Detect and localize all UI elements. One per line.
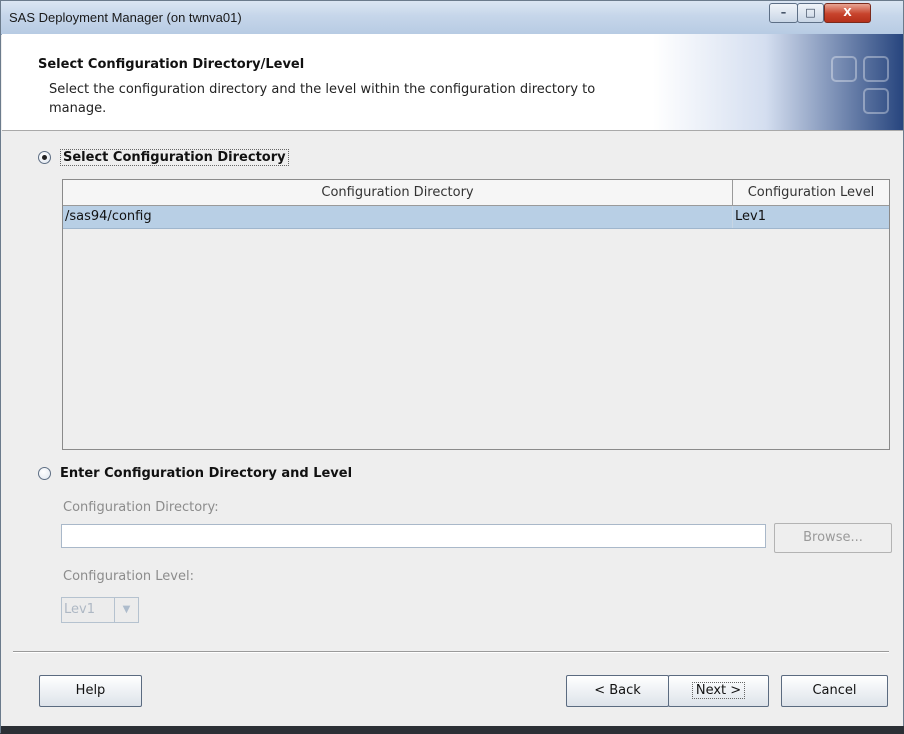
cell-level: Lev1 bbox=[735, 209, 766, 224]
select-directory-radio[interactable] bbox=[38, 151, 51, 164]
decor-square bbox=[863, 88, 889, 114]
configuration-level-select[interactable]: Lev1 ▼ bbox=[61, 597, 141, 623]
table-header: Configuration Directory Configuration Le… bbox=[63, 180, 889, 206]
column-header-directory[interactable]: Configuration Directory bbox=[63, 180, 733, 205]
select-directory-option[interactable]: Select Configuration Directory bbox=[38, 149, 289, 166]
configuration-directory-input[interactable] bbox=[61, 524, 766, 548]
enter-directory-radio[interactable] bbox=[38, 467, 51, 480]
column-header-level[interactable]: Configuration Level bbox=[733, 180, 889, 205]
enter-directory-option[interactable]: Enter Configuration Directory and Level bbox=[38, 466, 352, 481]
cancel-button[interactable]: Cancel bbox=[781, 675, 888, 707]
decor-square bbox=[831, 56, 857, 82]
browse-button[interactable]: Browse... bbox=[774, 523, 892, 553]
next-button[interactable]: Next > bbox=[668, 675, 769, 707]
maximize-button[interactable]: □ bbox=[797, 3, 824, 23]
close-button[interactable]: X bbox=[824, 3, 871, 23]
minimize-button[interactable]: – bbox=[769, 3, 798, 23]
title-bar[interactable]: SAS Deployment Manager (on twnva01) – □ … bbox=[1, 1, 903, 35]
chevron-down-icon[interactable]: ▼ bbox=[115, 597, 139, 623]
cell-directory: /sas94/config bbox=[63, 206, 733, 228]
configuration-directory-label: Configuration Directory: bbox=[63, 500, 219, 515]
footer-divider bbox=[13, 651, 889, 653]
page-description: Select the configuration directory and t… bbox=[49, 82, 596, 116]
window-title: SAS Deployment Manager (on twnva01) bbox=[9, 10, 242, 25]
configuration-level-label: Configuration Level: bbox=[63, 569, 194, 584]
select-directory-label[interactable]: Select Configuration Directory bbox=[60, 149, 289, 166]
enter-directory-label[interactable]: Enter Configuration Directory and Level bbox=[60, 466, 352, 481]
decor-square bbox=[863, 56, 889, 82]
configuration-table[interactable]: Configuration Directory Configuration Le… bbox=[62, 179, 890, 450]
sas-deployment-manager-window: SAS Deployment Manager (on twnva01) – □ … bbox=[0, 0, 904, 734]
level-select-value[interactable]: Lev1 bbox=[61, 597, 115, 623]
help-button[interactable]: Help bbox=[39, 675, 142, 707]
header-decoration bbox=[653, 34, 903, 130]
next-button-label: Next > bbox=[691, 682, 746, 699]
page-title: Select Configuration Directory/Level bbox=[38, 57, 305, 72]
back-button[interactable]: < Back bbox=[566, 675, 669, 707]
wizard-header: Select Configuration Directory/Level Sel… bbox=[2, 34, 903, 131]
table-row[interactable]: /sas94/config Lev1 bbox=[63, 206, 889, 229]
